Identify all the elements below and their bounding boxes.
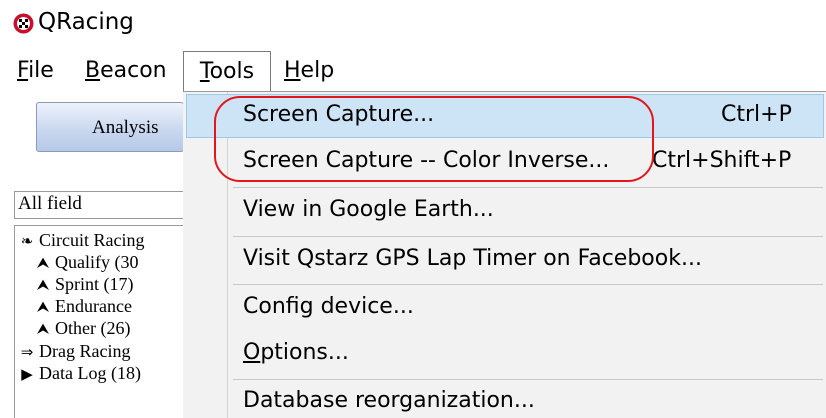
menu-item-config-device[interactable]: Config device...	[243, 294, 414, 319]
menu-separator	[233, 284, 823, 285]
tree-item-drag-racing[interactable]: ⇒ Drag Racing	[18, 340, 131, 362]
menu-item-options[interactable]: Options...	[243, 340, 349, 365]
menu-beacon-mnemonic: B	[85, 58, 101, 83]
menu-file-mnemonic: F	[17, 58, 29, 83]
menu-help-label: elp	[300, 58, 335, 83]
menu-beacon[interactable]: Beacon	[85, 54, 167, 88]
menu-item-google-earth[interactable]: View in Google Earth...	[243, 197, 494, 222]
menu-separator	[233, 236, 823, 237]
double-arrow-icon: ⇒	[20, 345, 34, 361]
tree-item-label: Sprint (17)	[55, 274, 134, 294]
menu-tools-mnemonic: T	[199, 59, 210, 84]
tree-item-data-log[interactable]: ▶ Data Log (18)	[18, 362, 141, 384]
circuit-icon: ❧	[20, 234, 34, 250]
menu-beacon-label: eacon	[100, 58, 167, 83]
tree-item-other[interactable]: ⮝ Other (26)	[34, 317, 131, 339]
flag-icon: ⮝	[36, 256, 50, 272]
title-bar: QRacing	[0, 0, 826, 48]
menu-help-mnemonic: H	[284, 58, 301, 83]
menu-item-database-reorganization[interactable]: Database reorganization...	[243, 388, 535, 413]
flag-icon: ⮝	[36, 300, 50, 316]
menu-file[interactable]: File	[17, 54, 54, 88]
menu-separator	[233, 379, 823, 380]
flag-icon: ⮝	[36, 278, 50, 294]
shortcut-screen-capture: Ctrl+P	[721, 102, 792, 127]
menu-tools-label: ools	[209, 59, 255, 84]
tree-item-label: Endurance	[55, 296, 132, 316]
tree-item-label: Data Log (18)	[39, 363, 141, 383]
tree-item-label: Circuit Racing	[39, 230, 145, 250]
shortcut-screen-capture-inverse: Ctrl+Shift+P	[652, 148, 792, 173]
menu-options-mnemonic: O	[243, 340, 261, 365]
analysis-button-label: Analysis	[92, 117, 159, 138]
flag-icon: ⮝	[36, 322, 50, 338]
play-flag-icon: ▶	[21, 367, 33, 383]
tree-item-label: Drag Racing	[39, 341, 131, 361]
tree-item-endurance[interactable]: ⮝ Endurance	[34, 295, 132, 317]
tree-item-label: Qualify (30	[55, 252, 139, 272]
menu-file-label: ile	[28, 58, 54, 83]
menu-item-facebook[interactable]: Visit Qstarz GPS Lap Timer on Facebook..…	[243, 246, 702, 271]
window-title: QRacing	[38, 9, 134, 35]
qracing-app-icon	[13, 13, 34, 34]
tree-item-sprint[interactable]: ⮝ Sprint (17)	[34, 273, 134, 295]
menu-separator	[233, 187, 823, 188]
tree-item-qualify[interactable]: ⮝ Qualify (30	[34, 251, 139, 273]
menu-help[interactable]: Help	[284, 54, 334, 88]
menu-options-label: ptions...	[260, 340, 349, 365]
menu-tools[interactable]: Tools	[183, 51, 271, 91]
field-filter-value: All field	[18, 193, 82, 214]
tree-item-circuit-racing[interactable]: ❧ Circuit Racing	[18, 229, 145, 251]
tree-item-label: Other (26)	[55, 318, 131, 338]
annotation-highlight-oval	[214, 96, 654, 182]
